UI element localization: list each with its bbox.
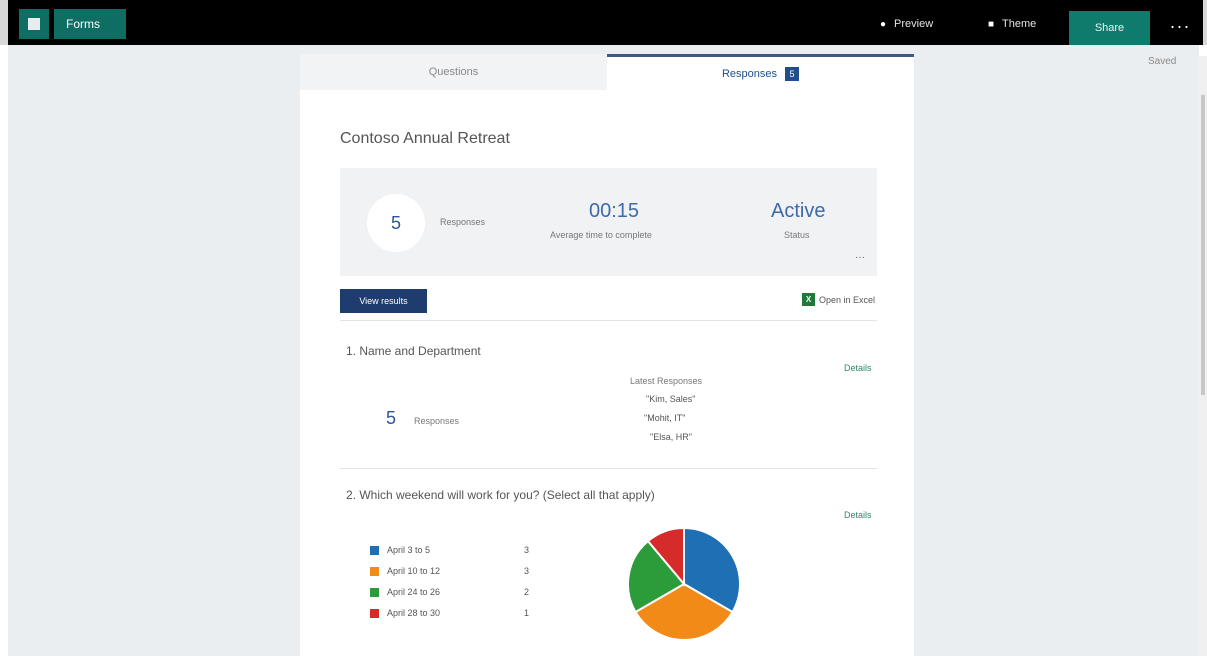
saved-status: Saved — [1148, 56, 1177, 67]
average-time-label: Average time to complete — [550, 230, 652, 240]
theme-label: Theme — [1002, 18, 1037, 30]
view-results-button[interactable]: View results — [340, 289, 427, 313]
tab-questions[interactable]: Questions — [300, 54, 607, 90]
more-options-icon[interactable]: ··· — [1162, 14, 1198, 38]
status-label: Status — [784, 230, 810, 240]
preview-label: Preview — [894, 18, 934, 30]
legend-item: April 28 to 30 — [370, 608, 440, 618]
tab-questions-label: Questions — [428, 66, 479, 78]
excel-icon: X — [802, 293, 815, 306]
legend-label: April 10 to 12 — [387, 566, 441, 576]
open-in-excel-link[interactable]: X Open in Excel — [802, 293, 875, 306]
question-1-responses-label: Responses — [414, 416, 460, 426]
legend-swatch — [370, 545, 379, 555]
theme-icon: ■ — [988, 18, 995, 30]
responses-count-badge: 5 — [785, 66, 800, 81]
legend-label: April 28 to 30 — [387, 608, 441, 618]
latest-responses-header: Latest Responses — [630, 376, 703, 386]
preview-icon: ● — [880, 18, 887, 30]
tab-responses[interactable]: Responses 5 — [607, 54, 914, 90]
question-1-responses-count: 5 — [386, 408, 397, 428]
tab-responses-label: Responses — [721, 67, 778, 80]
legend-item: April 3 to 5 — [370, 545, 430, 555]
question-2-title: 2. Which weekend will work for you? (Sel… — [346, 488, 655, 502]
question-2-details-link[interactable]: Details — [844, 510, 872, 520]
top-bar: Forms ● Preview ■ Theme — [0, 0, 1207, 45]
legend-count: 3 — [524, 545, 530, 555]
legend-count: 2 — [524, 587, 530, 597]
status-value: Active — [771, 200, 826, 222]
pie-chart — [627, 526, 741, 641]
app-name[interactable]: Forms — [54, 9, 126, 39]
responses-card: Contoso Annual Retreat 5 Responses 00:15… — [300, 90, 914, 656]
preview-button[interactable]: ● Preview — [880, 13, 933, 35]
divider — [340, 468, 877, 469]
legend-count: 3 — [524, 566, 530, 576]
legend-item: April 10 to 12 — [370, 566, 440, 576]
question-1-details-link[interactable]: Details — [844, 363, 872, 373]
legend-swatch — [370, 608, 379, 618]
open-in-excel-label: Open in Excel — [819, 294, 876, 305]
app-launcher-button[interactable] — [19, 9, 49, 39]
tab-bar: Questions Responses 5 — [300, 54, 914, 90]
theme-button[interactable]: ■ Theme — [988, 13, 1036, 35]
legend-label: April 3 to 5 — [387, 545, 431, 555]
latest-response: "Elsa, HR" — [650, 432, 692, 442]
share-button[interactable]: Share — [1069, 11, 1150, 45]
app-launcher-icon — [28, 18, 40, 30]
average-time-value: 00:15 — [589, 200, 640, 222]
legend-label: April 24 to 26 — [387, 587, 441, 597]
legend-swatch — [370, 566, 379, 576]
legend-item: April 24 to 26 — [370, 587, 440, 597]
responses-label: Responses — [440, 217, 486, 227]
summary-panel: 5 Responses 00:15 Average time to comple… — [340, 168, 877, 276]
form-title: Contoso Annual Retreat — [340, 130, 510, 147]
divider — [340, 320, 877, 321]
question-1-title: 1. Name and Department — [346, 344, 481, 358]
summary-more-icon[interactable]: ··· — [855, 252, 865, 263]
latest-response: "Mohit, IT" — [644, 413, 686, 423]
scrollbar-thumb[interactable] — [1201, 95, 1205, 395]
legend-swatch — [370, 587, 379, 597]
latest-response: "Kim, Sales" — [646, 394, 696, 404]
legend-count: 1 — [524, 608, 530, 618]
responses-count-circle: 5 — [367, 194, 425, 252]
